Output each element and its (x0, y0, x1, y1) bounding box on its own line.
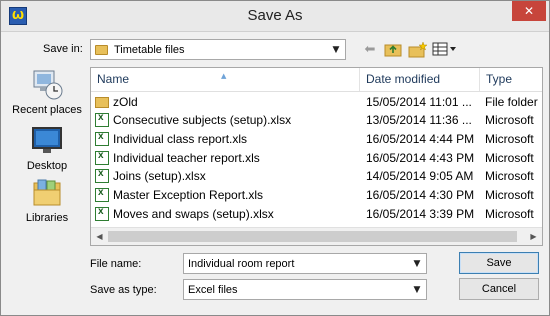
excel-file-icon (95, 150, 109, 165)
save-in-combo[interactable]: Timetable files ▼ (90, 39, 346, 60)
close-button[interactable]: ✕ (512, 1, 546, 21)
excel-file-icon (95, 187, 109, 202)
up-folder-button[interactable] (383, 39, 403, 59)
folder-icon (95, 44, 108, 55)
place-label: Recent places (12, 104, 82, 116)
excel-file-icon (95, 168, 109, 183)
list-item[interactable]: Master Exception Report.xls 16/05/2014 4… (91, 186, 542, 204)
save-as-type-label: Save as type: (90, 284, 157, 296)
excel-file-icon (95, 206, 109, 221)
dialog-title: Save As (247, 7, 303, 24)
cancel-button[interactable]: Cancel (459, 278, 539, 300)
file-name-label: File name: (90, 258, 142, 270)
place-recent-places[interactable]: Recent places (7, 67, 87, 116)
scroll-left-icon[interactable]: ◀ (91, 228, 108, 245)
horizontal-scrollbar[interactable]: ◀ ▶ (91, 227, 542, 245)
libraries-icon (33, 179, 61, 206)
title-bar[interactable]: Ѡ Save As ✕ (1, 1, 549, 32)
chevron-down-icon[interactable]: ▼ (409, 255, 425, 272)
list-item[interactable]: Individual class report.xls 16/05/2014 4… (91, 130, 542, 148)
scroll-right-icon[interactable]: ▶ (525, 228, 542, 245)
save-in-value: Timetable files (114, 43, 185, 56)
scrollbar-thumb[interactable] (108, 231, 517, 242)
chevron-down-icon[interactable]: ▼ (409, 281, 425, 298)
column-header-name[interactable]: ▲ Name (91, 68, 360, 91)
save-as-dialog: Ѡ Save As ✕ Save in: Timetable files ▼ ⬅ (0, 0, 550, 316)
up-folder-icon (384, 44, 402, 57)
save-as-type-value: Excel files (188, 283, 238, 296)
list-item[interactable]: Consecutive subjects (setup).xlsx 13/05/… (91, 111, 542, 129)
column-header-row: ▲ Name Date modified Type (91, 68, 542, 92)
column-header-type[interactable]: Type (480, 68, 542, 91)
save-button[interactable]: Save (459, 252, 539, 274)
place-libraries[interactable]: Libraries (7, 177, 87, 224)
sort-up-icon: ▲ (221, 72, 227, 80)
list-item[interactable]: zOld 15/05/2014 11:01 ... File folder (91, 93, 542, 111)
new-folder-icon (408, 40, 428, 57)
chevron-down-icon[interactable]: ▼ (328, 41, 344, 58)
desktop-icon (32, 127, 62, 153)
save-as-type-combo[interactable]: Excel files ▼ (183, 279, 427, 300)
list-item[interactable]: Moves and swaps (setup).xlsx 16/05/2014 … (91, 205, 542, 223)
list-item[interactable]: Individual teacher report.xls 16/05/2014… (91, 149, 542, 167)
place-label: Libraries (25, 212, 69, 224)
views-menu-button[interactable] (431, 39, 459, 59)
save-in-label: Save in: (43, 43, 83, 55)
place-desktop[interactable]: Desktop (7, 125, 87, 172)
file-name-value[interactable]: Individual room report (188, 254, 294, 273)
new-folder-button[interactable] (407, 39, 429, 59)
views-icon (432, 42, 456, 56)
places-bar: Recent places Desktop Libraries (7, 63, 87, 233)
folder-icon (95, 97, 109, 108)
file-list[interactable]: ▲ Name Date modified Type zOld 15/05/201… (90, 67, 543, 246)
list-item[interactable]: Joins (setup).xlsx 14/05/2014 9:05 AM Mi… (91, 167, 542, 185)
file-name-combo[interactable]: Individual room report ▼ (183, 253, 427, 274)
place-label: Desktop (26, 160, 68, 172)
column-header-date[interactable]: Date modified (360, 68, 480, 91)
recent-places-icon (33, 70, 63, 100)
excel-file-icon (95, 112, 109, 127)
back-button[interactable]: ⬅ (361, 39, 379, 59)
excel-file-icon (95, 131, 109, 146)
